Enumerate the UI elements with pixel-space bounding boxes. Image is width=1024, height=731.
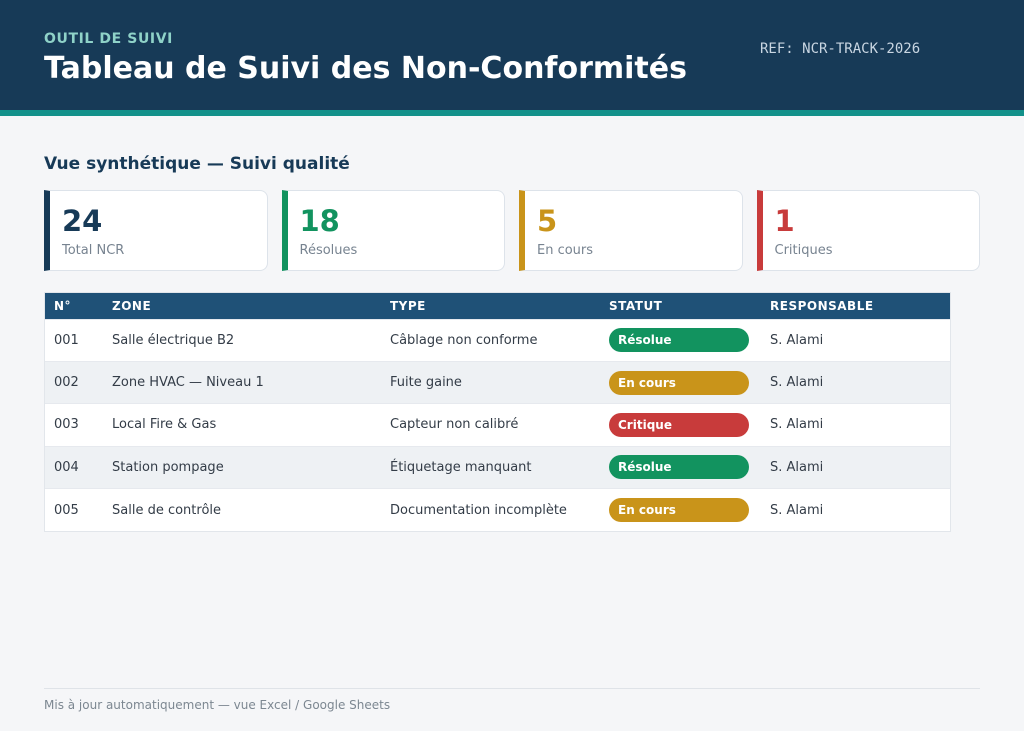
cell-number: 004 [54,459,79,475]
cell-owner: S. Alami [770,332,824,348]
cell-type: Documentation incomplète [390,502,567,518]
status-badge: Critique [609,412,749,437]
kpi-value: 18 [299,204,340,238]
cell-owner: S. Alami [770,417,824,433]
cell-zone: Salle électrique B2 [112,332,235,348]
column-header-zone[interactable]: ZONE [103,293,381,319]
status-badge: En cours [609,498,749,522]
cell-number: 002 [54,375,79,391]
cell-status: Résolue [600,446,761,488]
cell-owner: S. Alami [770,375,824,391]
cell-type: Fuite gaine [390,375,462,391]
table-row[interactable]: 003 Local Fire & Gas Capteur non calibré… [45,403,950,446]
page-title: Tableau de Suivi des Non-Conformités [44,51,687,86]
table-row[interactable]: 002 Zone HVAC — Niveau 1 Fuite gaine En … [45,361,950,404]
footer-note: Mis à jour automatiquement — vue Excel /… [44,698,391,712]
cell-status: En cours [600,361,761,403]
cell-zone: Local Fire & Gas [112,417,217,433]
cell-zone: Station pompage [112,459,224,475]
kpi-value: 5 [537,204,558,238]
header-eyebrow: OUTIL DE SUIVI [44,31,173,47]
cell-type: Capteur non calibré [390,417,519,433]
section-title: Vue synthétique — Suivi qualité [44,154,350,174]
kpi-label: En cours [537,243,594,258]
status-badge: Résolue [609,328,749,353]
cell-type: Câblage non conforme [390,332,538,348]
cell-type: Étiquetage manquant [390,459,532,475]
kpi-card-critical: 1 Critiques [756,190,980,271]
kpi-card-resolved: 18 Résolues [281,190,505,271]
cell-zone: Salle de contrôle [112,502,222,518]
cell-status: Critique [600,404,761,446]
cell-zone: Zone HVAC — Niveau 1 [112,375,264,391]
header-accent-bar [0,110,1024,116]
kpi-value: 24 [62,204,103,238]
reference-code: REF: NCR-TRACK-2026 [760,41,921,57]
column-header-owner[interactable]: RESPONSABLE [761,293,950,319]
column-header-status[interactable]: STATUT [600,293,761,319]
kpi-card-in-progress: 5 En cours [519,190,743,271]
cell-status: Résolue [600,319,761,361]
kpi-card-total: 24 Total NCR [44,190,268,271]
table-row[interactable]: 001 Salle électrique B2 Câblage non conf… [45,319,950,361]
kpi-value: 1 [774,204,795,238]
kpi-cards: 24 Total NCR 18 Résolues 5 En cours 1 Cr… [44,190,980,271]
cell-owner: S. Alami [770,502,824,518]
status-badge: En cours [609,370,749,395]
status-badge: Résolue [609,455,749,480]
footer-divider [44,688,980,689]
kpi-label: Résolues [299,243,358,258]
kpi-label: Total NCR [62,243,125,258]
cell-number: 001 [54,332,79,348]
cell-status: En cours [600,489,761,531]
cell-owner: S. Alami [770,459,824,475]
cell-number: 003 [54,417,79,433]
cell-number: 005 [54,502,79,518]
column-header-type[interactable]: TYPE [381,293,600,319]
table-row[interactable]: 004 Station pompage Étiquetage manquant … [45,446,950,489]
table-header-row: N° ZONE TYPE STATUT RESPONSABLE [45,293,950,319]
ncr-table: N° ZONE TYPE STATUT RESPONSABLE 001 Sall… [44,292,951,532]
kpi-label: Critiques [774,243,833,258]
column-header-number[interactable]: N° [45,293,103,319]
table-row[interactable]: 005 Salle de contrôle Documentation inco… [45,488,950,531]
